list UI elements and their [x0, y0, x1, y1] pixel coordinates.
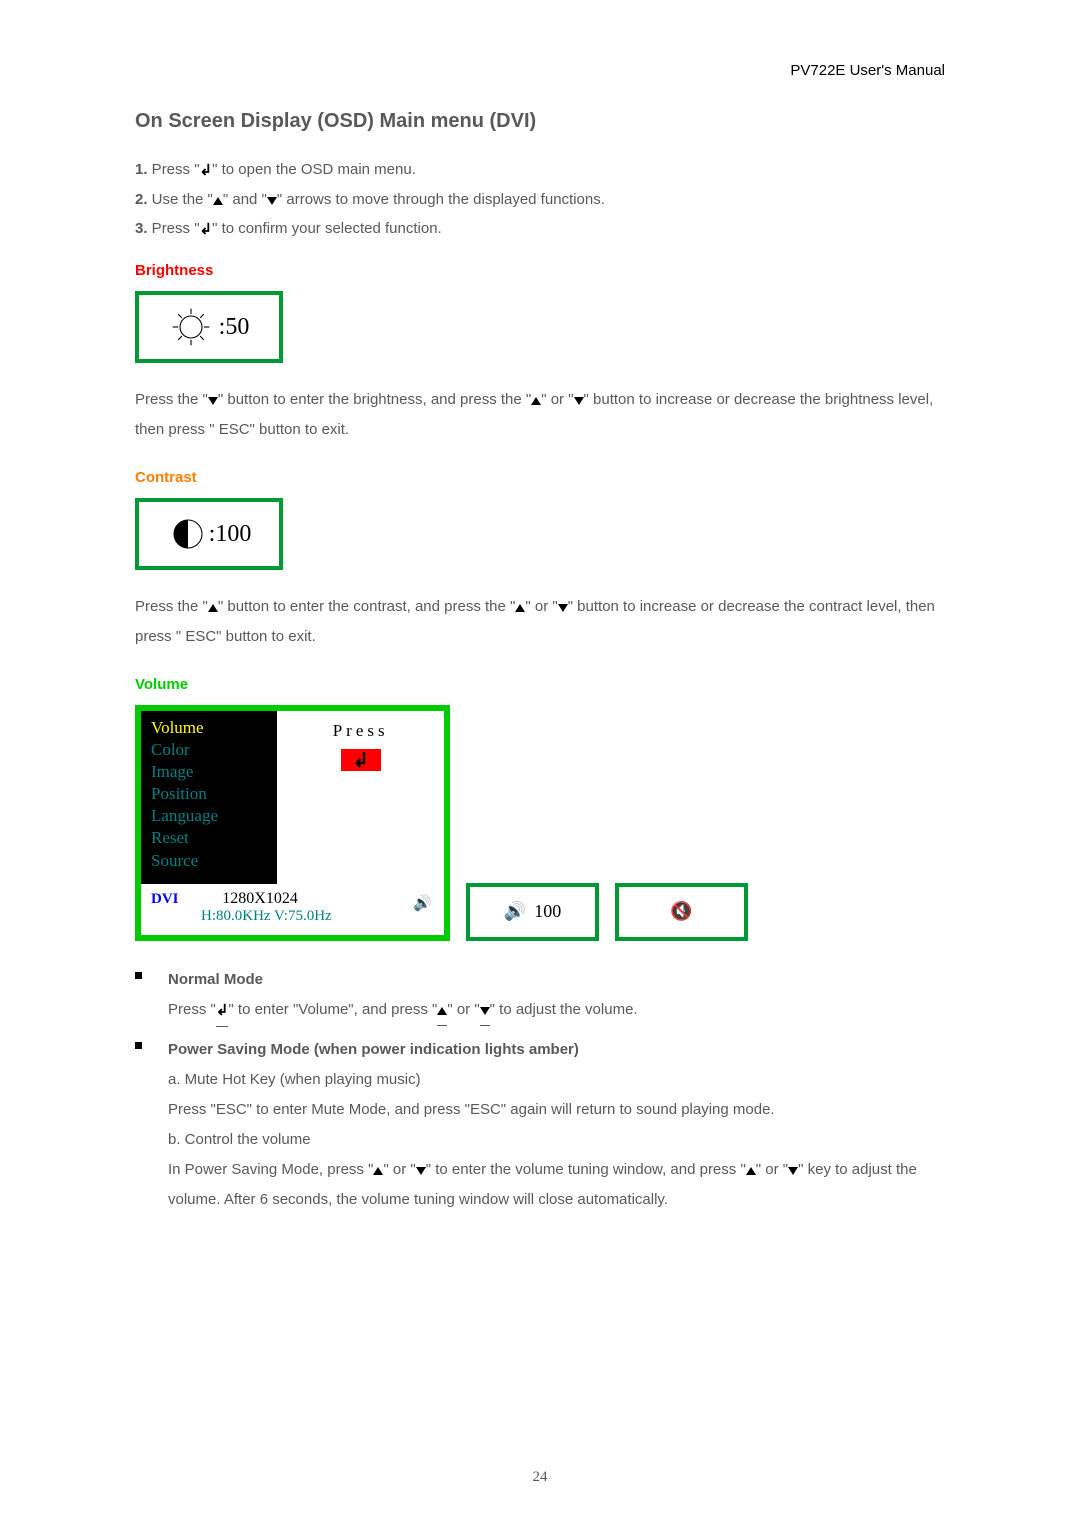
step-text: " to confirm your selected function. [212, 220, 442, 237]
brightness-value: :50 [219, 314, 250, 341]
enter-key-icon: ↲ [341, 749, 381, 771]
text-part: Press " [168, 1001, 216, 1018]
volume-heading: Volume [135, 676, 945, 693]
enter-icon: ↲ [200, 220, 213, 238]
triangle-down-icon [416, 1167, 426, 1175]
normal-mode-text: Press "↲" to enter "Volume", and press "… [168, 995, 945, 1027]
bullet-normal-mode: Normal Mode Press "↲" to enter "Volume",… [135, 965, 945, 1027]
step-1: 1. Press "↲" to open the OSD main menu. [135, 161, 945, 179]
triangle-down-icon [558, 604, 568, 612]
step-num: 3. [135, 220, 148, 237]
square-bullet-icon [135, 1042, 142, 1049]
osd-menu-list: Volume Color Image Position Language Res… [141, 711, 277, 884]
step-2: 2. Use the " " and " " arrows to move thro… [135, 191, 945, 208]
text-part: In Power Saving Mode, press " [168, 1161, 373, 1178]
normal-mode-title: Normal Mode [168, 965, 945, 995]
text-part: " or " [525, 598, 557, 615]
speaker-on-icon: 🔊 [413, 894, 432, 913]
step-text: " to open the OSD main menu. [212, 161, 416, 178]
brightness-description: Press the " " button to enter the brightn… [135, 385, 945, 445]
text-part: " to adjust the volume. [490, 1001, 638, 1018]
contrast-heading: Contrast [135, 469, 945, 486]
text-part: " or " [447, 1001, 479, 1018]
bullet-power-saving: Power Saving Mode (when power indication… [135, 1035, 945, 1215]
brightness-icon [169, 305, 213, 349]
volume-indicator: 🔊 100 [466, 883, 599, 941]
osd-main-menu: Volume Color Image Position Language Res… [135, 705, 450, 941]
triangle-up-icon [746, 1167, 756, 1175]
triangle-up-icon [437, 995, 447, 1026]
triangle-down-icon [208, 397, 218, 405]
triangle-down-icon [267, 197, 277, 205]
mute-hotkey-text: Press "ESC" to enter Mute Mode, and pres… [168, 1095, 945, 1125]
volume-row: Volume Color Image Position Language Res… [135, 705, 945, 941]
control-volume-text: In Power Saving Mode, press " " or " " to … [168, 1155, 945, 1215]
triangle-up-icon [531, 397, 541, 405]
enter-icon: ↲ [216, 996, 229, 1027]
volume-value: 100 [534, 901, 561, 922]
contrast-osd-box: :100 [135, 498, 283, 570]
contrast-description: Press the " " button to enter the contras… [135, 592, 945, 652]
page-number: 24 [0, 1469, 1080, 1486]
page-content: On Screen Display (OSD) Main menu (DVI) … [0, 0, 1080, 1255]
enter-icon: ↲ [200, 161, 213, 179]
step-text: Press " [148, 220, 200, 237]
press-label: Press [333, 721, 389, 741]
text-part: " or " [383, 1161, 415, 1178]
step-text: " arrows to move through the displayed f… [277, 191, 605, 208]
osd-status-bar: DVI 1280X1024 H:80.0KHz V:75.0Hz 🔊 [141, 884, 444, 935]
step-num: 2. [135, 191, 148, 208]
text-part: Press the " [135, 598, 208, 615]
speaker-on-icon: 🔊 [504, 901, 526, 922]
mute-indicator: 🔇 [615, 883, 748, 941]
power-saving-title: Power Saving Mode (when power indication… [168, 1035, 945, 1065]
signal-type: DVI [151, 891, 179, 907]
menu-item-color: Color [151, 739, 267, 761]
triangle-down-icon [788, 1167, 798, 1175]
step-text: Use the " [148, 191, 213, 208]
frequency-label: H:80.0KHz V:75.0Hz [201, 908, 332, 924]
step-text: " and " [223, 191, 267, 208]
osd-menu-top: Volume Color Image Position Language Res… [141, 711, 444, 884]
mute-hotkey-label: a. Mute Hot Key (when playing music) [168, 1065, 945, 1095]
menu-item-reset: Reset [151, 827, 267, 849]
triangle-down-icon [480, 995, 490, 1026]
brightness-heading: Brightness [135, 262, 945, 279]
square-bullet-icon [135, 972, 142, 979]
menu-item-position: Position [151, 783, 267, 805]
triangle-up-icon [208, 604, 218, 612]
text-part: " button to enter the contrast, and pres… [218, 598, 516, 615]
contrast-icon [167, 513, 209, 555]
triangle-up-icon [373, 1167, 383, 1175]
osd-menu-right-panel: Press ↲ [277, 711, 444, 884]
section-title: On Screen Display (OSD) Main menu (DVI) [135, 110, 945, 133]
control-volume-label: b. Control the volume [168, 1125, 945, 1155]
step-num: 1. [135, 161, 148, 178]
page-header: PV722E User's Manual [790, 62, 945, 79]
contrast-value: :100 [209, 521, 252, 548]
text-part: " or " [756, 1161, 788, 1178]
menu-item-image: Image [151, 761, 267, 783]
triangle-up-icon [213, 197, 223, 205]
text-part: " to enter "Volume", and press " [228, 1001, 437, 1018]
brightness-osd-box: :50 [135, 291, 283, 363]
text-part: " or " [541, 391, 573, 408]
menu-item-language: Language [151, 805, 267, 827]
text-part: " button to enter the brightness, and pr… [218, 391, 531, 408]
text-part: Press the " [135, 391, 208, 408]
menu-item-volume: Volume [151, 717, 267, 739]
resolution-label: 1280X1024 [222, 890, 298, 907]
triangle-down-icon [574, 397, 584, 405]
speaker-mute-icon: 🔇 [670, 901, 692, 922]
menu-item-source: Source [151, 850, 267, 872]
text-part: " to enter the volume tuning window, and… [426, 1161, 746, 1178]
step-text: Press " [148, 161, 200, 178]
triangle-up-icon [515, 604, 525, 612]
step-3: 3. Press "↲" to confirm your selected fu… [135, 220, 945, 238]
